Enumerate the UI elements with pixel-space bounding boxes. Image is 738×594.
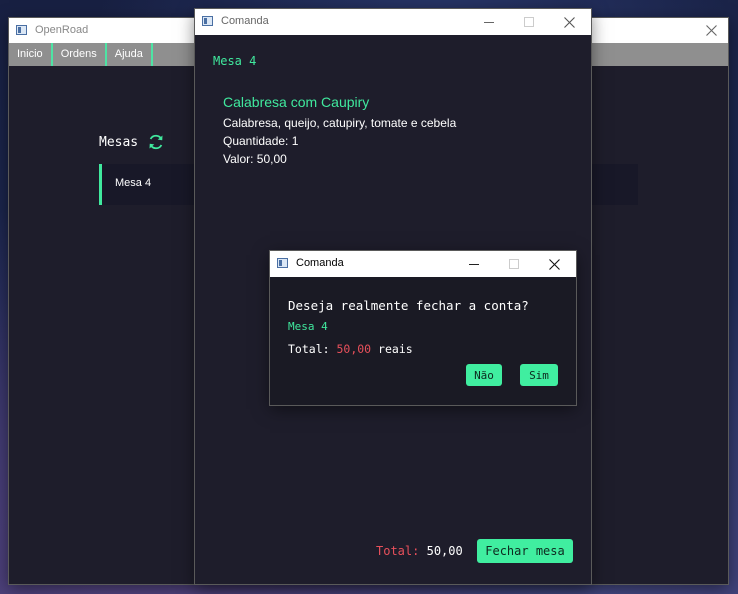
menu-item-ajuda[interactable]: Ajuda [107, 43, 153, 66]
order-window-title: Comanda [221, 15, 269, 27]
dialog-question: Deseja realmente fechar a conta? [288, 298, 529, 313]
order-item-value: Valor: 50,00 [223, 152, 287, 166]
dialog-total-prefix: Total: [288, 342, 330, 356]
dialog-titlebar[interactable]: Comanda [270, 251, 576, 277]
menu-item-ordens[interactable]: Ordens [53, 43, 107, 66]
no-button[interactable]: Não [466, 364, 502, 386]
dialog-table-label: Mesa 4 [288, 320, 328, 333]
order-table-label: Mesa 4 [213, 54, 257, 68]
order-item-name: Calabresa com Caupiry [223, 94, 370, 110]
app-icon [202, 16, 213, 26]
mesas-heading: Mesas [99, 133, 165, 151]
order-item-quantity: Quantidade: 1 [223, 134, 299, 148]
order-total-label: Total: [376, 544, 420, 558]
order-window-titlebar[interactable]: Comanda [195, 9, 591, 35]
close-icon[interactable] [549, 9, 589, 35]
order-item: Calabresa com Caupiry Calabresa, queijo,… [223, 94, 456, 168]
order-total: Total: 50,00 [376, 544, 463, 558]
app-icon [277, 258, 288, 268]
close-table-button[interactable]: Fechar mesa [477, 539, 573, 563]
table-list-item-label: Mesa 4 [115, 177, 152, 189]
menu-item-inicio[interactable]: Inicio [9, 43, 53, 66]
dialog-total: Total: 50,00 reais [288, 342, 413, 356]
close-icon[interactable] [534, 251, 574, 277]
order-total-value: 50,00 [426, 544, 463, 558]
yes-button[interactable]: Sim [520, 364, 558, 386]
main-window-title: OpenRoad [35, 24, 89, 36]
maximize-icon[interactable] [494, 251, 534, 277]
dialog-total-suffix: reais [378, 342, 413, 356]
close-icon[interactable] [695, 18, 728, 43]
maximize-icon[interactable] [509, 9, 549, 35]
dialog-total-amount: 50,00 [336, 342, 372, 356]
app-icon [16, 25, 27, 35]
mesas-heading-text: Mesas [99, 134, 139, 150]
minimize-icon[interactable] [469, 9, 509, 35]
refresh-icon[interactable] [147, 133, 165, 151]
order-item-description: Calabresa, queijo, catupiry, tomate e ce… [223, 116, 457, 130]
confirm-dialog: Comanda Deseja realmente fechar a conta?… [270, 251, 576, 405]
dialog-title: Comanda [296, 257, 344, 269]
minimize-icon[interactable] [454, 251, 494, 277]
